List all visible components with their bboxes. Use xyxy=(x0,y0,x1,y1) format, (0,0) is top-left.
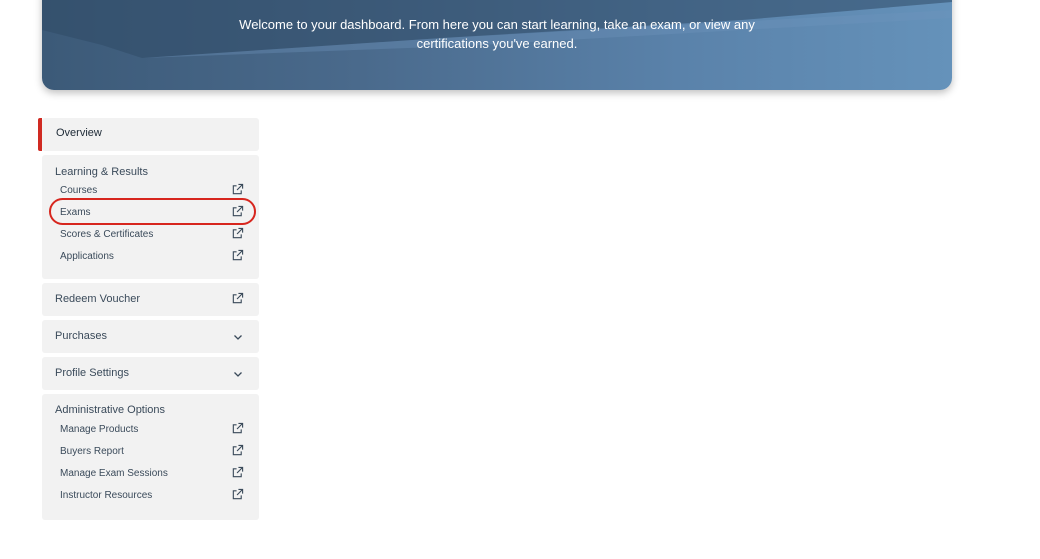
chevron-down-icon xyxy=(234,335,242,340)
welcome-line-1: Welcome to your dashboard. From here you… xyxy=(239,17,755,32)
buyers-report-label: Buyers Report xyxy=(60,446,124,457)
administrative-options-group: Administrative Options Manage Products B… xyxy=(42,394,259,520)
sidebar-item-courses[interactable]: Courses xyxy=(60,181,249,201)
applications-label: Applications xyxy=(60,251,114,262)
sidebar-item-applications[interactable]: Applications xyxy=(60,247,249,267)
external-link-icon xyxy=(232,466,244,478)
external-link-icon xyxy=(232,183,244,195)
sidebar-item-scores-certificates[interactable]: Scores & Certificates xyxy=(60,225,249,245)
sidebar-item-buyers-report[interactable]: Buyers Report xyxy=(60,442,249,462)
sidebar-item-redeem-voucher[interactable]: Redeem Voucher xyxy=(42,283,259,316)
external-link-icon xyxy=(232,444,244,456)
sidebar-item-manage-exam-sessions[interactable]: Manage Exam Sessions xyxy=(60,464,249,484)
sidebar-item-instructor-resources[interactable]: Instructor Resources xyxy=(60,486,249,506)
courses-label: Courses xyxy=(60,185,98,196)
sidebar-item-profile-settings[interactable]: Profile Settings xyxy=(42,357,259,390)
external-link-icon xyxy=(232,422,244,434)
redeem-voucher-label: Redeem Voucher xyxy=(55,293,140,305)
external-link-icon xyxy=(232,249,244,261)
dashboard-sidebar: Overview Learning & Results Courses Exam… xyxy=(38,118,259,524)
external-link-icon xyxy=(232,292,244,304)
exams-label: Exams xyxy=(60,207,91,218)
dashboard-hero-banner: Welcome to your dashboard. From here you… xyxy=(42,0,952,90)
welcome-message: Welcome to your dashboard. From here you… xyxy=(42,15,952,53)
manage-exam-sessions-label: Manage Exam Sessions xyxy=(60,468,168,479)
external-link-icon xyxy=(232,227,244,239)
welcome-line-2: certifications you've earned. xyxy=(416,36,578,51)
learning-results-title: Learning & Results xyxy=(55,166,148,178)
sidebar-item-purchases[interactable]: Purchases xyxy=(42,320,259,353)
learning-results-group: Learning & Results Courses Exams Scores … xyxy=(42,155,259,279)
sidebar-item-manage-products[interactable]: Manage Products xyxy=(60,420,249,440)
scores-certificates-label: Scores & Certificates xyxy=(60,229,154,240)
manage-products-label: Manage Products xyxy=(60,424,139,435)
administrative-options-title: Administrative Options xyxy=(55,404,166,416)
sidebar-item-overview[interactable]: Overview xyxy=(38,118,259,151)
external-link-icon xyxy=(232,488,244,500)
purchases-label: Purchases xyxy=(55,330,107,342)
external-link-icon xyxy=(232,205,244,217)
chevron-down-icon xyxy=(234,372,242,377)
overview-label: Overview xyxy=(56,127,102,139)
instructor-resources-label: Instructor Resources xyxy=(60,490,153,501)
sidebar-item-exams[interactable]: Exams xyxy=(60,203,249,223)
profile-settings-label: Profile Settings xyxy=(55,367,129,379)
